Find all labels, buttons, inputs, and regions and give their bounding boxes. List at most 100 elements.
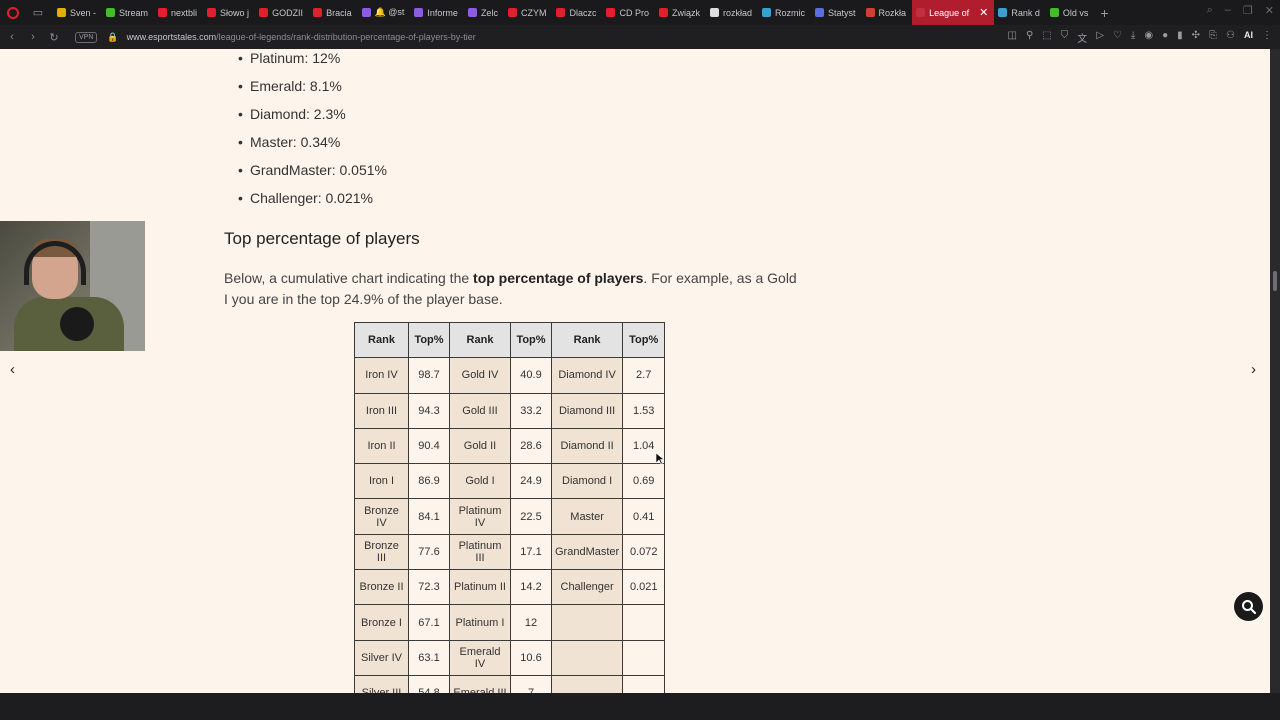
- back-icon[interactable]: ‹: [3, 31, 21, 43]
- microphone-icon: [60, 307, 94, 341]
- rank-cell: Diamond II: [550, 427, 624, 465]
- shield-icon[interactable]: ⛉: [1061, 30, 1069, 45]
- menu-icon[interactable]: ⋮: [1262, 30, 1272, 45]
- browser-tab[interactable]: CZYM: [504, 0, 553, 25]
- heart-icon[interactable]: ♡: [1113, 30, 1122, 45]
- tab-label: CZYM: [520, 7, 547, 18]
- tab-label: League of: [929, 7, 970, 18]
- column-header: Top%: [510, 321, 552, 359]
- close-tab-icon[interactable]: ✕: [979, 6, 988, 19]
- top-percent-cell: 10.6: [510, 639, 552, 676]
- browser-tab[interactable]: League of ✕: [912, 0, 995, 25]
- rank-cell: Bronze II: [354, 569, 409, 606]
- table-row: Silver III54.8Emerald III7: [354, 674, 666, 693]
- rank-cell: Bronze III: [354, 533, 409, 571]
- rank-cell: Diamond III: [550, 392, 624, 429]
- table-row: Silver IV 63.1 Emerald IV 10.6: [354, 639, 666, 676]
- browser-tab[interactable]: Związk: [655, 0, 706, 25]
- rank-cell: Iron II: [354, 427, 409, 465]
- battery-icon[interactable]: ▮: [1177, 30, 1183, 45]
- tab-favicon-icon: [606, 8, 616, 17]
- tab-label: Dlaczc: [569, 7, 597, 18]
- browser-tab[interactable]: nextbli: [154, 0, 203, 25]
- url-field[interactable]: www.esportstales.com/league-of-legends/r…: [127, 32, 476, 42]
- lock-icon[interactable]: 🔒: [107, 32, 118, 43]
- address-bar: ‹ › ↻ VPN 🔒 www.esportstales.com/league-…: [0, 25, 1280, 49]
- list-item-text: Challenger: 0.021%: [250, 190, 373, 206]
- tab-label: GODZII: [272, 7, 304, 18]
- browser-tab[interactable]: Dlaczc: [552, 0, 602, 25]
- top-percent-cell: 0.072: [622, 533, 666, 571]
- rank-cell: [550, 604, 624, 641]
- share-icon[interactable]: ⎘: [1209, 30, 1217, 45]
- table-header-row: Rank Top% Rank Top% Rank Top%: [354, 321, 666, 359]
- top-percent-cell: 90.4: [408, 427, 450, 465]
- list-item: • Platinum: 12%: [238, 50, 340, 78]
- bullet-icon: •: [238, 50, 243, 66]
- carousel-next-icon[interactable]: ›: [1251, 361, 1256, 378]
- column-header: Top%: [408, 321, 450, 359]
- tab-favicon-icon: [259, 8, 269, 17]
- puzzle-icon[interactable]: ✣: [1192, 30, 1200, 45]
- browser-tab[interactable]: Rank d: [994, 0, 1046, 25]
- search-fab-button[interactable]: [1234, 592, 1263, 621]
- browser-tab[interactable]: CD Pro: [602, 0, 655, 25]
- download-icon[interactable]: ⤓: [1131, 30, 1135, 45]
- account-icon[interactable]: ⚇: [1226, 30, 1235, 45]
- column-header: Top%: [622, 321, 666, 359]
- carousel-prev-icon[interactable]: ‹: [10, 361, 15, 378]
- forward-icon[interactable]: ›: [24, 31, 42, 43]
- search-tabs-icon[interactable]: ⌕: [1207, 4, 1213, 17]
- browser-tab[interactable]: Statyst: [811, 0, 862, 25]
- pin-icon[interactable]: ⚲: [1026, 30, 1033, 45]
- browser-tab[interactable]: Informe: [410, 0, 464, 25]
- profile-icon[interactable]: ◉: [1144, 30, 1153, 45]
- tab-label: 🔔 @st: [374, 7, 405, 17]
- translate-icon[interactable]: 文: [1077, 30, 1087, 45]
- browser-tab[interactable]: Słowo j: [203, 0, 255, 25]
- rank-cell: Iron I: [354, 463, 409, 500]
- vpn-badge[interactable]: VPN: [75, 31, 98, 43]
- url-path: /league-of-legends/rank-distribution-per…: [216, 32, 476, 42]
- rank-cell: Emerald III: [449, 674, 511, 693]
- snapshot-icon[interactable]: ⬚: [1042, 30, 1051, 45]
- bullet-icon: •: [238, 78, 243, 94]
- rank-cell: Platinum II: [449, 569, 511, 606]
- top-percent-cell: 2.7: [622, 357, 666, 394]
- workspaces-icon[interactable]: ▭: [29, 5, 47, 21]
- browser-tab[interactable]: Zelc: [464, 0, 504, 25]
- extension-badge-icon[interactable]: ●: [1162, 30, 1168, 45]
- browser-tab[interactable]: Rozkła: [862, 0, 913, 25]
- list-item: • Challenger: 0.021%: [238, 190, 373, 218]
- top-percent-cell: 40.9: [510, 357, 552, 394]
- tab-label: rozkład: [723, 7, 753, 18]
- new-tab-button[interactable]: +: [1100, 5, 1108, 21]
- browser-tab[interactable]: Rozmic: [758, 0, 811, 25]
- list-item-text: Diamond: 2.3%: [250, 106, 346, 122]
- intro-paragraph: Below, a cumulative chart indicating the…: [224, 268, 804, 310]
- table-row: Iron I 86.9 Gold I 24.9 Diamond I 0.69: [354, 463, 666, 500]
- maximize-icon[interactable]: ❐: [1243, 4, 1253, 17]
- reload-icon[interactable]: ↻: [45, 31, 63, 44]
- browser-tab[interactable]: GODZII: [255, 0, 309, 25]
- opera-logo-icon[interactable]: [7, 6, 19, 19]
- tab-favicon-icon: [556, 8, 566, 17]
- browser-tab[interactable]: Old vs: [1046, 0, 1095, 25]
- close-window-icon[interactable]: ✕: [1265, 4, 1274, 17]
- table-row: Bronze II 72.3 Platinum II 14.2 Challenger 0.…: [354, 569, 666, 606]
- browser-tab[interactable]: 🔔 @st: [358, 0, 411, 25]
- ai-button[interactable]: AI: [1244, 30, 1253, 45]
- browser-tab[interactable]: Sven -: [53, 0, 102, 25]
- split-screen-icon[interactable]: ◫: [1008, 30, 1017, 45]
- extension-icons: ◫ ⚲ ⬚ ⛉ 文 ▷ ♡ ⤓ ◉ ● ▮ ✣ ⎘ ⚇ AI ⋮: [1008, 30, 1272, 45]
- intro-text-start: Below, a cumulative chart indicating the: [224, 270, 474, 286]
- browser-tab[interactable]: Bracia: [309, 0, 358, 25]
- tab-favicon-icon: [57, 8, 66, 17]
- browser-tab[interactable]: rozkład: [706, 0, 758, 25]
- tab-favicon-icon: [313, 8, 323, 17]
- browser-tab[interactable]: Stream: [102, 0, 154, 25]
- minimize-icon[interactable]: –: [1225, 4, 1231, 17]
- play-icon[interactable]: ▷: [1096, 30, 1104, 45]
- page-scrollbar[interactable]: [1270, 49, 1280, 693]
- scrollbar-thumb[interactable]: [1273, 271, 1277, 291]
